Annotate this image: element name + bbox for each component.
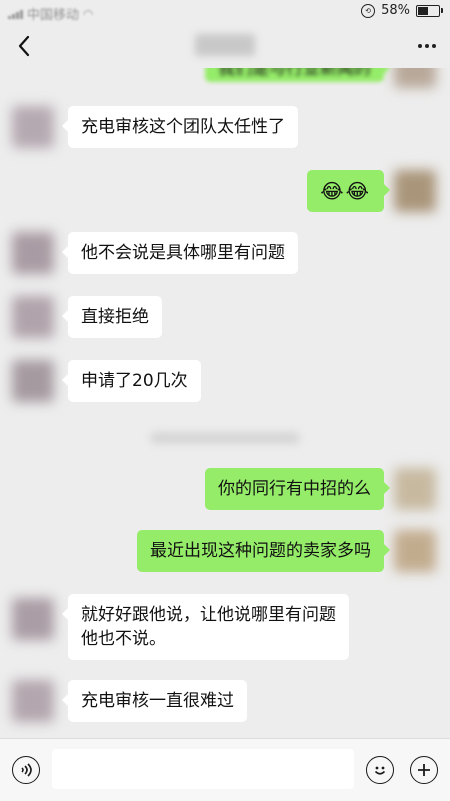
- message-bubble-in[interactable]: 充电审核一直很难过: [62, 680, 247, 722]
- emoji-icon: [374, 766, 386, 775]
- avatar-self[interactable]: [394, 68, 436, 88]
- message-line: 就好好跟他说，让他说哪里有问题: [81, 605, 336, 625]
- avatar-contact[interactable]: [12, 680, 54, 722]
- message-bubble-out[interactable]: 😂😂: [307, 170, 390, 212]
- emoji-button[interactable]: [366, 756, 394, 784]
- chevron-left-icon: [18, 35, 30, 57]
- plus-icon: [418, 764, 430, 776]
- voice-icon: [21, 763, 32, 777]
- message-input[interactable]: [52, 749, 354, 789]
- back-button[interactable]: [10, 32, 38, 60]
- status-bar: 中国移动 ◠ ⟲ 58%: [0, 0, 450, 24]
- avatar-contact[interactable]: [12, 232, 54, 274]
- carrier-label: 中国移动: [27, 8, 80, 23]
- timestamp-blurred: [150, 432, 300, 444]
- chat-title-blurred: [195, 34, 255, 56]
- message-line: 他也不说。: [81, 629, 166, 649]
- message-bubble-in[interactable]: 充电审核这个团队太任性了: [62, 106, 298, 148]
- avatar-contact[interactable]: [12, 598, 54, 640]
- message-bubble-in[interactable]: 申请了20几次: [62, 360, 201, 402]
- input-bar: [0, 738, 450, 801]
- more-dots-icon: [418, 44, 422, 48]
- message-bubble-in[interactable]: 直接拒绝: [62, 296, 162, 338]
- message-bubble-out[interactable]: 你的同行有中招的么: [205, 468, 390, 510]
- more-options-button[interactable]: [418, 36, 436, 48]
- message-bubble-out[interactable]: 我们是与行业新闻的: [205, 68, 390, 82]
- avatar-contact[interactable]: [12, 360, 54, 402]
- message-bubble-out[interactable]: 最近出现这种问题的卖家多吗: [137, 530, 390, 572]
- chat-area[interactable]: 我们是与行业新闻的 充电审核这个团队太任性了 😂😂 他不会说是具体哪里有问题 直…: [0, 68, 450, 738]
- carrier-info: 中国移动 ◠: [8, 4, 94, 23]
- avatar-self[interactable]: [394, 170, 436, 212]
- battery-icon: [416, 4, 443, 17]
- avatar-contact[interactable]: [12, 106, 54, 148]
- message-bubble-in[interactable]: 就好好跟他说，让他说哪里有问题 他也不说。: [62, 594, 349, 660]
- signal-icon: [8, 9, 23, 19]
- status-right: ⟲ 58%: [361, 3, 443, 18]
- message-bubble-in[interactable]: 他不会说是具体哪里有问题: [62, 232, 298, 274]
- battery-percent: 58%: [381, 3, 410, 18]
- nav-bar: [0, 24, 450, 68]
- rotation-lock-icon: ⟲: [361, 3, 376, 18]
- plus-button[interactable]: [410, 756, 438, 784]
- wifi-icon: ◠: [83, 6, 94, 21]
- voice-button[interactable]: [12, 756, 40, 784]
- avatar-self[interactable]: [394, 530, 436, 572]
- avatar-contact[interactable]: [12, 296, 54, 338]
- avatar-self[interactable]: [394, 468, 436, 510]
